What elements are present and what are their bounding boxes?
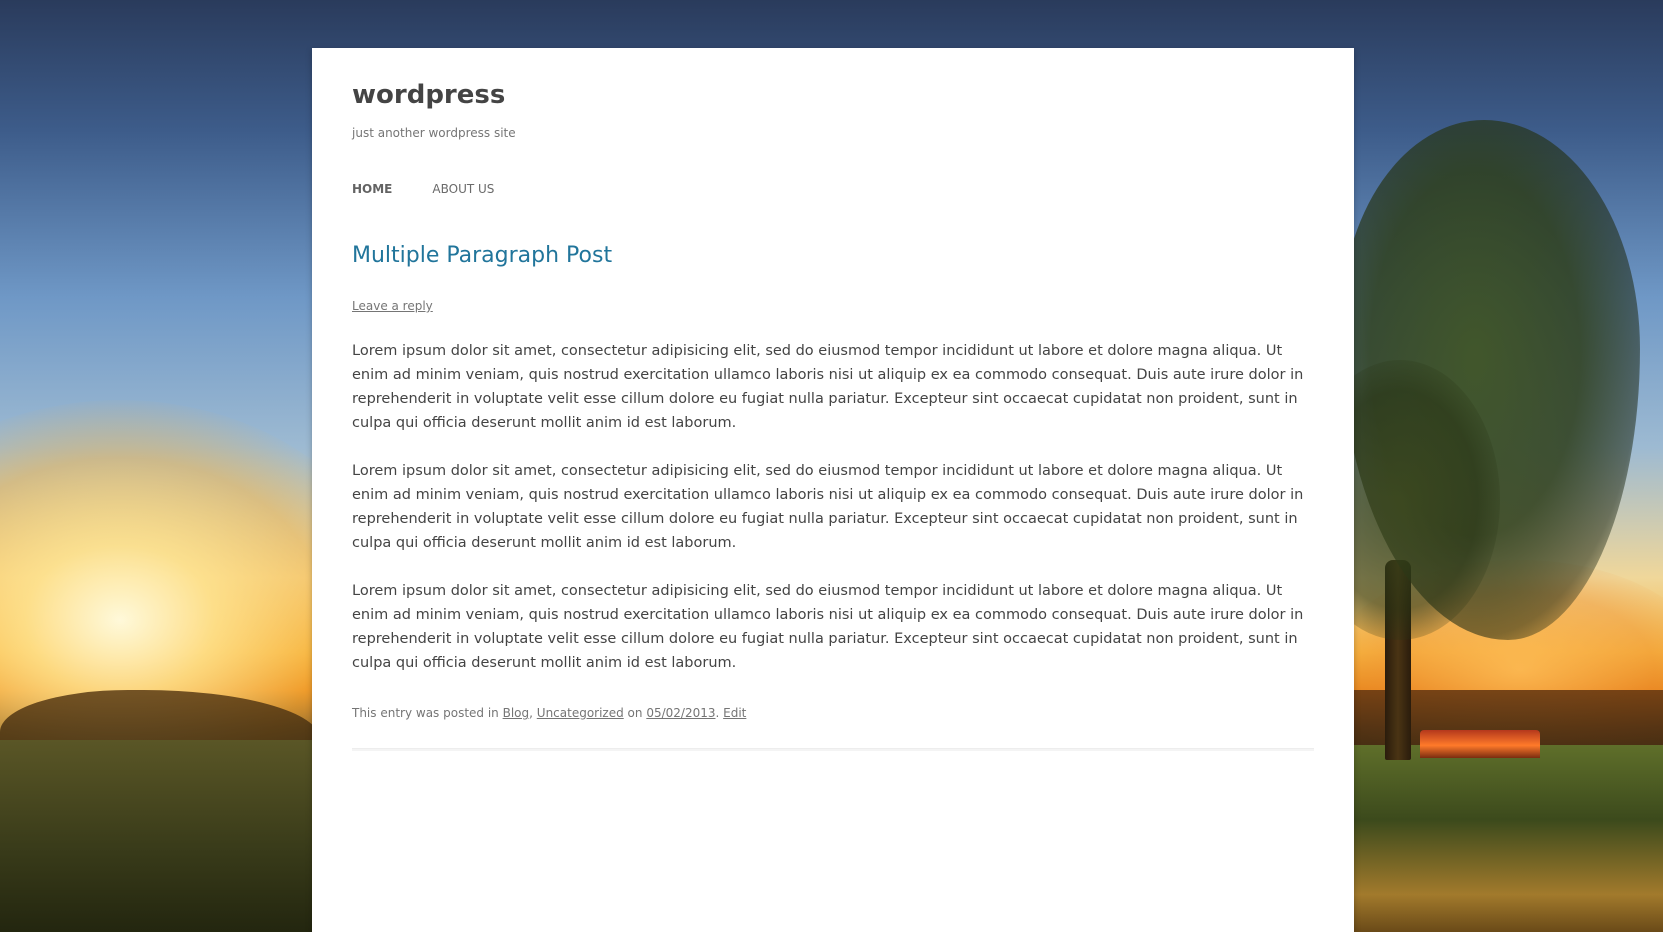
post-content: Lorem ipsum dolor sit amet, consectetur … <box>352 339 1314 699</box>
nav-item-about-us[interactable]: ABOUT US <box>432 180 494 198</box>
post-paragraph-1: Lorem ipsum dolor sit amet, consectetur … <box>352 343 1304 431</box>
site-title-link[interactable]: wordpress <box>352 78 505 112</box>
post-title-link[interactable]: Multiple Paragraph Post <box>352 241 612 271</box>
category-link-blog[interactable]: Blog <box>503 706 530 720</box>
meta-separator-text: , <box>529 706 537 720</box>
edit-post-link[interactable]: Edit <box>723 706 746 720</box>
meta-on-text: on <box>623 706 647 720</box>
post-paragraph-3: Lorem ipsum dolor sit amet, consectetur … <box>352 583 1304 671</box>
meta-prefix-text: This entry was posted in <box>352 706 503 720</box>
page-container: wordpress just another wordpress site HO… <box>312 48 1354 932</box>
site-description: just another wordpress site <box>352 126 516 140</box>
meta-dot-text: . <box>715 706 724 720</box>
background-field-right <box>1320 745 1663 932</box>
post-paragraph-2: Lorem ipsum dolor sit amet, consectetur … <box>352 463 1304 551</box>
nav-item-home[interactable]: HOME <box>352 180 392 198</box>
category-link-uncategorized[interactable]: Uncategorized <box>537 706 624 720</box>
post-divider <box>352 748 1314 751</box>
post-meta: This entry was posted in Blog, Uncategor… <box>352 704 1314 722</box>
background-farmhouse <box>1420 730 1540 758</box>
post-date-link[interactable]: 05/02/2013 <box>646 706 715 720</box>
main-navigation: HOME ABOUT US <box>352 180 494 198</box>
leave-reply-link[interactable]: Leave a reply <box>352 297 433 315</box>
background-field-left <box>0 740 320 932</box>
